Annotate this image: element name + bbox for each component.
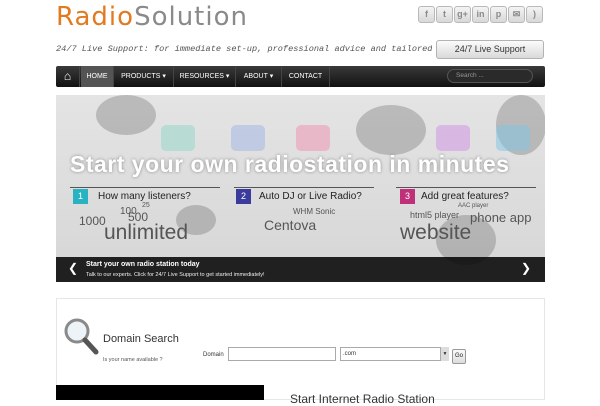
domain-search-subtitle: Is your name available ? [103,357,163,363]
googleplus-icon[interactable]: g+ [454,6,471,23]
nav-item-home[interactable]: HOME [81,66,114,87]
word-25: 25 [142,202,150,209]
chevron-down-icon[interactable]: ▼ [440,347,449,361]
site-logo[interactable]: RadioSolution [56,2,248,32]
twitter-icon[interactable]: t [436,6,453,23]
step-number-2: 2 [236,189,251,204]
nav-item-contact[interactable]: CONTACT [282,66,330,87]
nav-item-products[interactable]: PRODUCTS ▾ [114,66,174,87]
section-heading: Start Internet Radio Station [290,392,435,406]
slider-caption-title[interactable]: Start your own radio station today [86,261,200,268]
word-whm-sonic: WHM Sonic [293,207,336,216]
word-1000: 1000 [79,214,106,228]
step-text-1: How many listeners? [98,191,191,202]
video-player[interactable] [56,385,264,400]
step-text-2: Auto DJ or Live Radio? [259,191,362,202]
app-tile [436,125,470,151]
hero-slider[interactable]: Start your own radiostation in minutes 1… [56,95,545,282]
live-support-button[interactable]: 24/7 Live Support [436,40,544,59]
prev-arrow-icon[interactable]: ❮ [66,261,80,275]
app-tile [231,125,265,151]
word-phone-app: phone app [470,210,532,225]
tld-select[interactable]: .com [340,347,448,361]
email-icon[interactable]: ✉ [508,6,525,23]
ink-blot [96,95,156,135]
tagline: 24/7 Live Support: for immediate set-up,… [56,44,432,54]
nav-item-about[interactable]: ABOUT ▾ [236,66,282,87]
domain-search-title: Domain Search [103,333,179,345]
step-number-3: 3 [400,189,415,204]
ink-blot [356,105,426,155]
word-aac-player: AAC player [458,203,489,209]
step-number-1: 1 [73,189,88,204]
search-input[interactable]: Search ... [447,69,533,83]
word-unlimited: unlimited [104,221,189,244]
go-button[interactable]: Go [452,349,466,364]
divider [396,187,536,188]
app-tile [296,125,330,151]
domain-label: Domain [203,352,224,358]
logo-part-radio: Radio [56,2,135,32]
slider-caption-text[interactable]: Talk to our experts. Click for 24/7 Live… [86,272,265,278]
home-icon[interactable]: ⌂ [56,66,80,87]
logo-part-solution: Solution [134,2,248,32]
facebook-icon[interactable]: f [418,6,435,23]
word-centova: Centova [264,217,317,233]
nav-item-resources[interactable]: RESOURCES ▾ [174,66,236,87]
magnifier-icon [64,318,99,355]
rss-icon[interactable]: ) [526,6,543,23]
slider-headline: Start your own radiostation in minutes [70,151,510,177]
app-tile [496,125,530,151]
divider [234,187,374,188]
pinterest-icon[interactable]: p [490,6,507,23]
divider [70,187,220,188]
word-website: website [400,221,472,244]
domain-input[interactable] [228,347,336,361]
next-arrow-icon[interactable]: ❯ [519,261,533,275]
linkedin-icon[interactable]: in [472,6,489,23]
step-text-3: Add great features? [421,191,509,202]
word-html5-player: html5 player [410,210,460,220]
app-tile [161,125,195,151]
